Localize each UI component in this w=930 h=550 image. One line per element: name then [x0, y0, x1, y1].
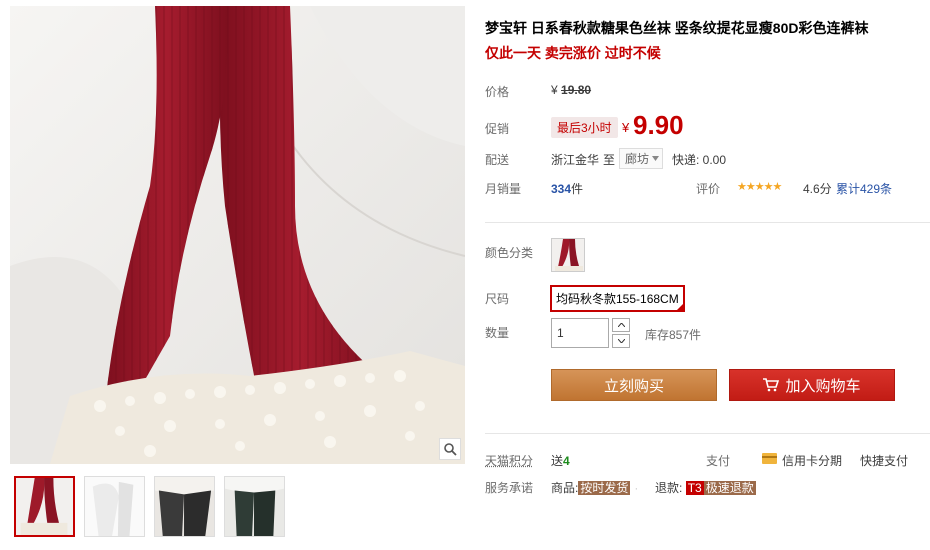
ship-to-word: 至	[603, 153, 616, 167]
dot-separator: ·	[634, 481, 639, 495]
shipping-label: 配送	[485, 153, 510, 167]
divider	[485, 222, 930, 223]
quantity-decrease-button[interactable]	[612, 334, 630, 348]
sales-label: 月销量	[485, 182, 522, 196]
fast-refund-badge[interactable]: 极速退款	[703, 481, 756, 495]
divider	[485, 433, 930, 434]
credit-card-icon	[762, 453, 777, 464]
thumbnail-1[interactable]	[14, 476, 75, 537]
buy-now-button[interactable]: 立刻购买	[551, 369, 717, 401]
sales-count: 334	[551, 182, 572, 196]
points-amount: 4	[563, 454, 570, 468]
rating-stars: ★★★★★	[737, 181, 782, 193]
refund-label: 退款:	[655, 481, 683, 495]
ship-from: 浙江金华	[551, 153, 600, 167]
thumbnail-2[interactable]	[84, 476, 145, 537]
rating-label: 评价	[696, 182, 721, 196]
credit-installment-link[interactable]: 信用卡分期	[782, 452, 842, 469]
goods-label: 商品:	[551, 481, 579, 495]
add-to-cart-label: 加入购物车	[785, 377, 861, 395]
thumbnail-green-stockings	[225, 477, 284, 536]
on-time-delivery-badge[interactable]: 按时发货	[578, 481, 631, 495]
service-goods: 商品: 按时发货 ·	[551, 479, 638, 496]
points-value: 送4	[551, 452, 570, 469]
sales-unit: 件	[571, 182, 584, 196]
thumbnail-4[interactable]	[224, 476, 285, 537]
zoom-button[interactable]	[439, 438, 461, 460]
thumbnail-red-stockings	[16, 478, 73, 535]
quantity-increase-button[interactable]	[612, 318, 630, 332]
promo-badge: 最后3小时	[551, 117, 618, 138]
shipping-fee: 快递: 0.00	[672, 153, 727, 167]
add-to-cart-button[interactable]: 加入购物车	[729, 369, 895, 401]
thumbnail-strip	[14, 476, 285, 537]
size-label: 尺码	[485, 292, 510, 306]
destination-value: 廊坊	[625, 152, 650, 166]
size-option-selected[interactable]: 均码秋冬款155-168CM	[550, 285, 685, 312]
selected-check-icon	[675, 303, 684, 311]
service-label: 服务承诺	[485, 481, 534, 495]
color-option-red[interactable]	[551, 238, 585, 272]
product-photo	[10, 6, 465, 464]
review-count-link[interactable]: 累计429条	[836, 180, 892, 197]
product-subtitle: 仅此一天 卖完涨价 过时不候	[485, 45, 661, 61]
service-refund: 退款: T3 极速退款	[655, 479, 756, 496]
fast-pay-link[interactable]: 快捷支付	[860, 452, 908, 469]
magnifier-icon	[444, 443, 457, 456]
color-swatch-image	[552, 239, 584, 271]
color-label: 颜色分类	[485, 246, 534, 260]
thumbnail-black-stockings	[155, 477, 214, 536]
chevron-up-icon	[617, 323, 625, 327]
price-label: 价格	[485, 85, 510, 99]
product-title: 梦宝轩 日系春秋款糖果色丝袜 竖条纹提花显瘦80D彩色连裤袜	[485, 20, 869, 36]
promo-label: 促销	[485, 122, 510, 136]
cart-icon	[763, 378, 780, 392]
thumbnail-white-stockings	[85, 477, 144, 536]
chevron-down-icon	[617, 339, 625, 343]
tmall-points-label[interactable]: 天猫积分	[485, 452, 533, 469]
currency-symbol: ¥	[551, 83, 558, 97]
original-price: ¥ 19.80	[551, 83, 591, 97]
promo-price: 9.90	[633, 110, 684, 140]
quantity-input[interactable]: 1	[551, 318, 609, 348]
size-option-text: 均码秋冬款155-168CM	[556, 292, 679, 306]
points-give: 送	[551, 454, 564, 468]
monthly-sales: 334件	[551, 180, 583, 197]
destination-select[interactable]: 廊坊	[619, 148, 664, 169]
original-price-value: 19.80	[561, 83, 592, 97]
refund-code-badge: T3	[685, 481, 704, 495]
stock-count: 库存857件	[645, 328, 702, 342]
chevron-down-icon	[652, 156, 660, 161]
main-product-image[interactable]	[10, 6, 465, 464]
thumbnail-3[interactable]	[154, 476, 215, 537]
rating-score: 4.6分	[803, 182, 832, 196]
payment-label: 支付	[706, 454, 731, 468]
promo-currency: ¥	[622, 120, 630, 135]
quantity-label: 数量	[485, 326, 510, 340]
